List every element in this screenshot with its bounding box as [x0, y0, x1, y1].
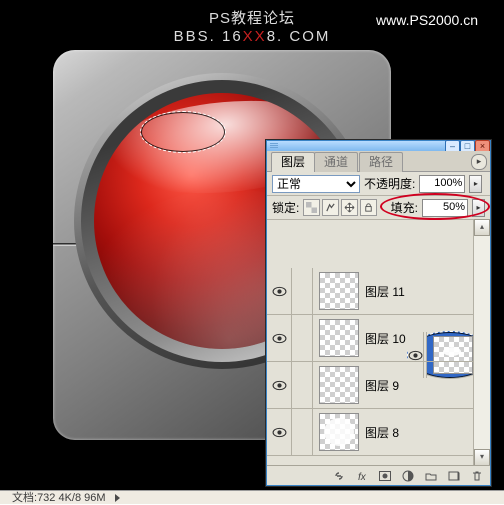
- scroll-track[interactable]: [474, 235, 490, 450]
- canvas-area: PS教程论坛 BBS. 16XX8. COM www.PS2000.cn – □…: [0, 0, 504, 490]
- delete-layer-icon[interactable]: [468, 468, 485, 483]
- layer-name[interactable]: 图层 10: [365, 330, 406, 347]
- doc-value: 732 4K/8 96M: [37, 492, 106, 504]
- layer-style-icon[interactable]: fx: [353, 468, 370, 483]
- panel-menu-button[interactable]: ▸: [471, 154, 487, 170]
- layer-list[interactable]: 图层 12 图层 11 图层 10 图层 9: [267, 220, 490, 457]
- lock-icons: [303, 199, 377, 216]
- fill-label: 填充:: [391, 199, 418, 216]
- lock-all-icon[interactable]: [360, 199, 377, 216]
- visibility-toggle[interactable]: [267, 362, 292, 408]
- scroll-up-button[interactable]: ▴: [474, 219, 490, 236]
- visibility-toggle[interactable]: [267, 268, 292, 314]
- panel-footer: fx: [267, 465, 490, 485]
- tab-channels[interactable]: 通道: [314, 152, 358, 172]
- link-layers-icon[interactable]: [330, 468, 347, 483]
- svg-text:fx: fx: [358, 472, 367, 483]
- adjustment-layer-icon[interactable]: [399, 468, 416, 483]
- layer-name[interactable]: 图层 11: [365, 283, 405, 300]
- wm-seg-c: 8. COM: [267, 28, 331, 45]
- new-layer-icon[interactable]: [445, 468, 462, 483]
- panel-grip[interactable]: [270, 143, 278, 149]
- blend-opacity-row: 正常 不透明度: 100% ▸: [267, 172, 490, 196]
- layer-name[interactable]: 图层 9: [365, 377, 399, 394]
- lock-position-icon[interactable]: [341, 199, 358, 216]
- layers-panel[interactable]: – □ × 图层 通道 路径 ▸ 正常 不透明度: 100% ▸ 锁定:: [266, 140, 491, 486]
- lock-pixels-icon[interactable]: [322, 199, 339, 216]
- doc-label: 文档:: [12, 492, 37, 504]
- link-column[interactable]: [292, 268, 313, 314]
- lock-fill-row: 锁定: 填充: 50% ▸: [267, 196, 490, 220]
- layer-row[interactable]: 图层 11: [267, 268, 490, 315]
- visibility-toggle[interactable]: [267, 409, 292, 455]
- wm-seg-b: XX: [243, 28, 267, 45]
- tab-paths[interactable]: 路径: [359, 152, 403, 172]
- wm-seg-a: BBS. 16: [174, 28, 243, 45]
- layer-mask-icon[interactable]: [376, 468, 393, 483]
- link-column[interactable]: [292, 409, 313, 455]
- layer-row[interactable]: 图层 9: [267, 362, 490, 409]
- layer-thumbnail[interactable]: [319, 413, 359, 451]
- lock-label: 锁定:: [272, 199, 299, 216]
- link-column[interactable]: [292, 315, 313, 361]
- scroll-down-button[interactable]: ▾: [474, 449, 490, 466]
- panel-titlebar[interactable]: – □ ×: [267, 141, 490, 151]
- opacity-value[interactable]: 100%: [419, 175, 465, 193]
- lock-transparency-icon[interactable]: [303, 199, 320, 216]
- layer-thumbnail[interactable]: [319, 366, 359, 404]
- fill-flyout[interactable]: ▸: [472, 199, 485, 217]
- panel-scrollbar[interactable]: ▴ ▾: [473, 219, 490, 466]
- status-bar: 文档:732 4K/8 96M: [0, 490, 504, 504]
- layer-row[interactable]: 图层 8: [267, 409, 490, 456]
- layer-thumbnail[interactable]: [319, 319, 359, 357]
- watermark-domain: www.PS2000.cn: [376, 12, 478, 28]
- visibility-toggle[interactable]: [267, 315, 292, 361]
- status-flyout-icon[interactable]: [115, 494, 120, 502]
- layer-thumbnail[interactable]: [319, 272, 359, 310]
- blend-mode-select[interactable]: 正常: [272, 175, 360, 193]
- link-column[interactable]: [292, 362, 313, 408]
- opacity-flyout[interactable]: ▸: [469, 175, 482, 193]
- panel-tabs: 图层 通道 路径 ▸: [267, 151, 490, 172]
- layer-name[interactable]: 图层 8: [365, 424, 399, 441]
- group-icon[interactable]: [422, 468, 439, 483]
- layer-row[interactable]: 图层 10: [267, 315, 490, 362]
- marquee-selection[interactable]: [140, 111, 226, 153]
- tab-layers[interactable]: 图层: [271, 152, 315, 172]
- fill-value[interactable]: 50%: [422, 199, 468, 217]
- watermark-url-text: BBS. 16XX8. COM: [0, 28, 504, 45]
- opacity-label: 不透明度:: [364, 175, 415, 192]
